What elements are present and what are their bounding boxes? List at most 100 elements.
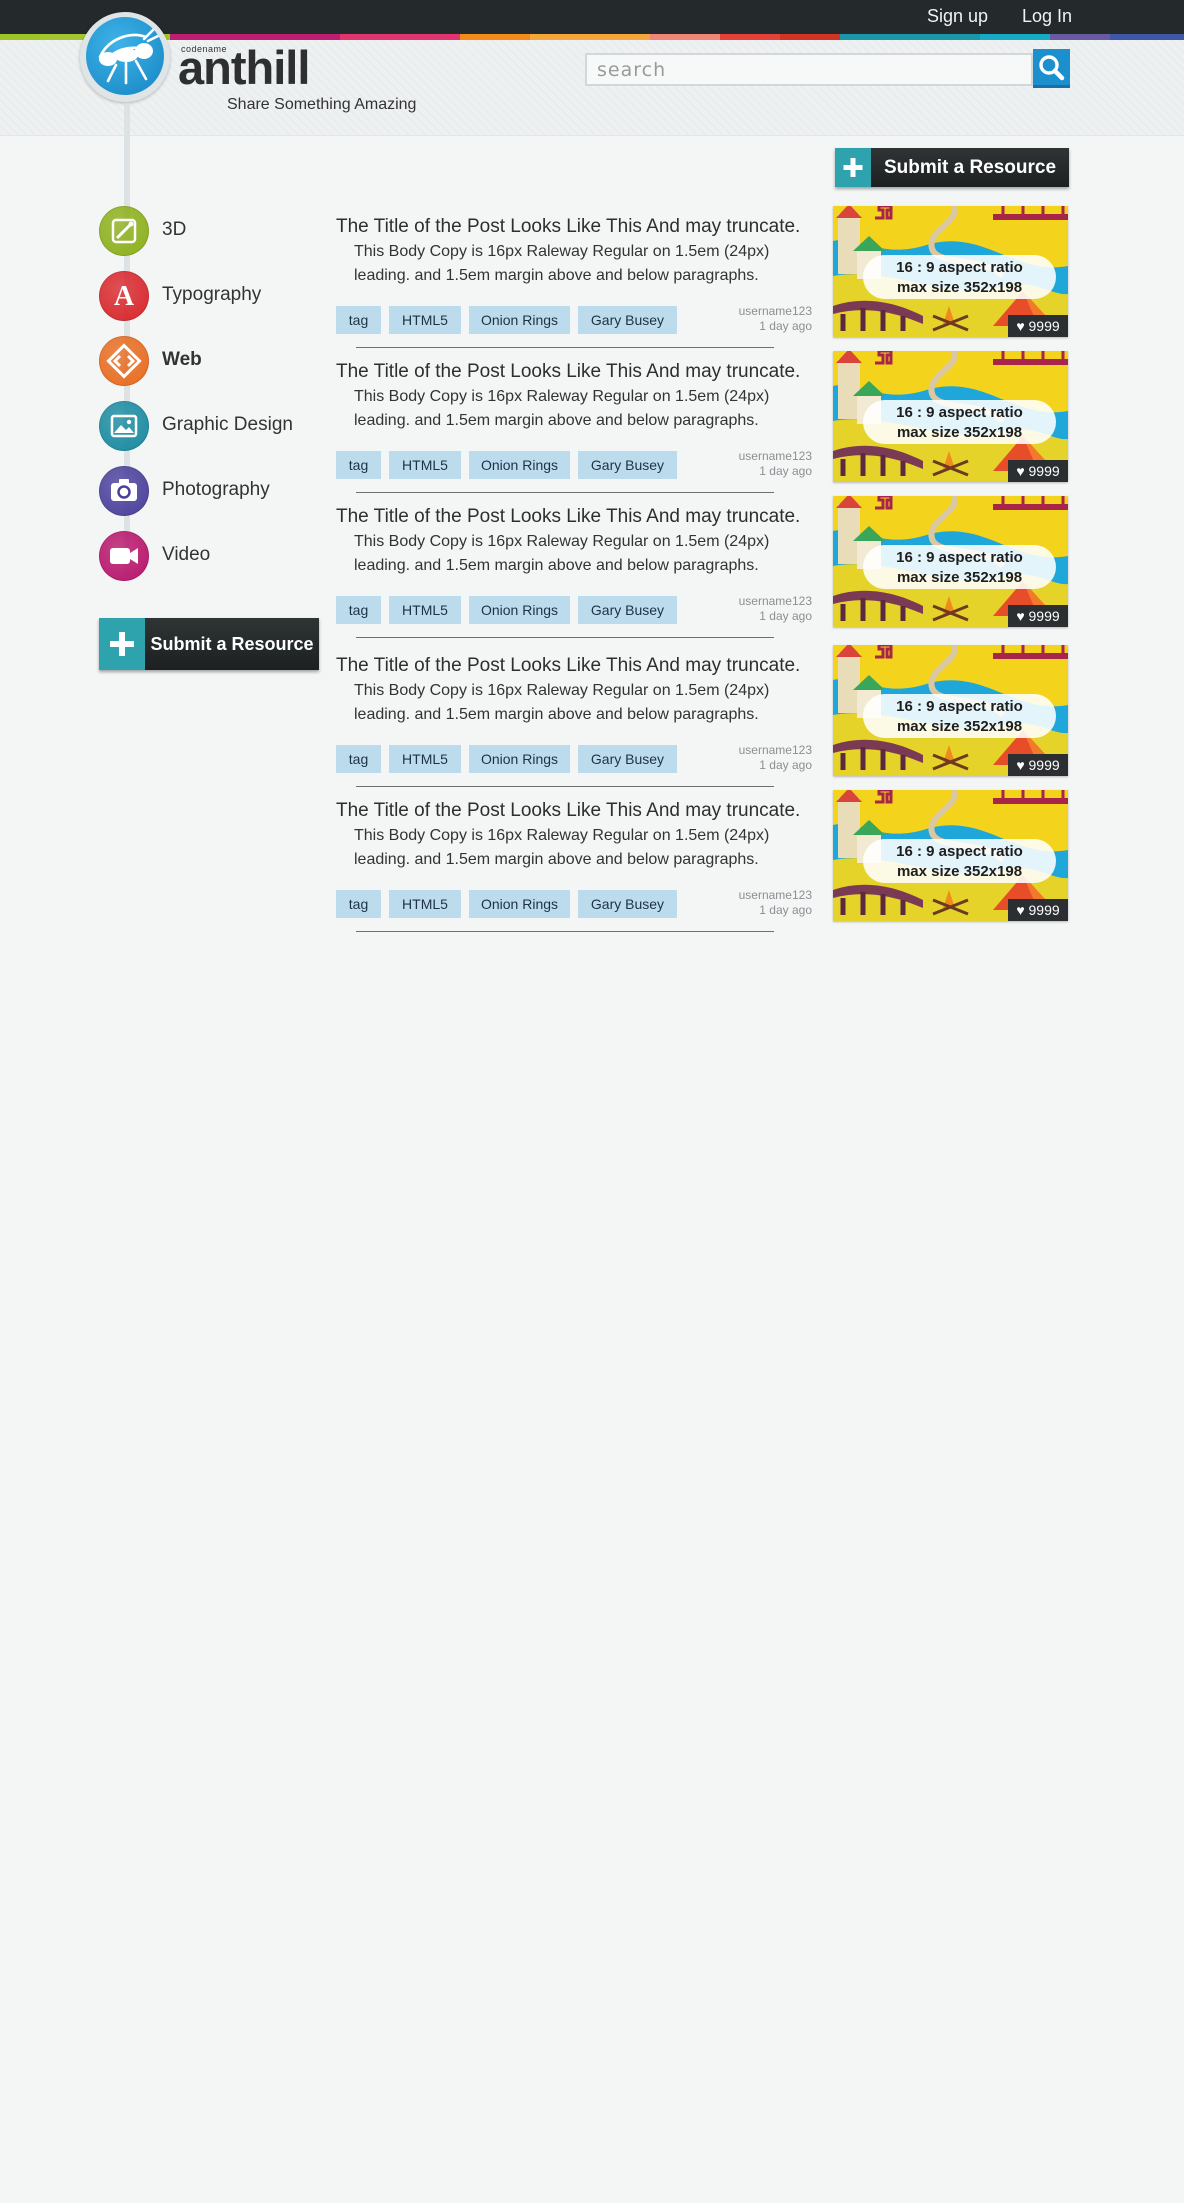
svg-text:A: A [114, 281, 135, 312]
camera-icon [99, 466, 149, 516]
post-divider [356, 492, 774, 493]
like-button[interactable]: ♥ 9999 [1008, 605, 1068, 627]
plus-icon [99, 618, 145, 670]
tag-chip[interactable]: HTML5 [389, 451, 461, 479]
post-username[interactable]: username123 [700, 449, 812, 464]
tag-chip[interactable]: tag [336, 596, 381, 624]
like-count: 9999 [1028, 463, 1060, 479]
post-body-line: This Body Copy is 16px Raleway Regular o… [354, 243, 770, 260]
thumbnail-caption: 16 : 9 aspect ratio max size 352x198 [863, 545, 1056, 589]
post-title[interactable]: The Title of the Post Looks Like This An… [336, 216, 806, 238]
tag-chip[interactable]: Onion Rings [469, 451, 570, 479]
post-thumbnail[interactable]: 16 : 9 aspect ratio max size 352x198 ♥ 999… [833, 645, 1068, 776]
thumbnail-caption: 16 : 9 aspect ratio max size 352x198 [863, 839, 1056, 883]
category-label: 3D [162, 219, 187, 240]
post-body: This Body Copy is 16px Raleway Regular o… [354, 385, 794, 433]
submit-resource-button-top[interactable]: Submit a Resource [835, 148, 1069, 187]
wand-icon [99, 206, 149, 256]
thumbnail-caption-line: max size 352x198 [896, 279, 1023, 296]
thumbnail-caption-line: 16 : 9 aspect ratio [896, 698, 1023, 715]
post-body-line: leading. and 1.5em margin above and belo… [354, 851, 759, 868]
post-timestamp: 1 day ago [759, 903, 812, 917]
logo[interactable] [86, 17, 164, 95]
post-meta: username123 1 day ago [700, 888, 812, 918]
submit-resource-label: Submit a Resource [871, 148, 1069, 187]
post-title[interactable]: The Title of the Post Looks Like This An… [336, 655, 806, 677]
post-meta: username123 1 day ago [700, 594, 812, 624]
post-username[interactable]: username123 [700, 594, 812, 609]
code-icon [99, 336, 149, 386]
tag-chip[interactable]: Onion Rings [469, 745, 570, 773]
tag-chip[interactable]: tag [336, 306, 381, 334]
tag-chip[interactable]: HTML5 [389, 890, 461, 918]
search-input[interactable] [585, 53, 1033, 86]
post-body: This Body Copy is 16px Raleway Regular o… [354, 240, 794, 288]
category-label: Photography [162, 479, 270, 500]
category-label: Graphic Design [162, 414, 293, 435]
image-icon [99, 401, 149, 451]
post-divider [356, 931, 774, 932]
thumbnail-caption-line: max size 352x198 [896, 569, 1023, 586]
post-title[interactable]: The Title of the Post Looks Like This An… [336, 800, 806, 822]
like-button[interactable]: ♥ 9999 [1008, 899, 1068, 921]
like-button[interactable]: ♥ 9999 [1008, 754, 1068, 776]
post-divider [356, 786, 774, 787]
tag-chip[interactable]: Gary Busey [578, 306, 677, 334]
tag-chip[interactable]: tag [336, 745, 381, 773]
tag-chip[interactable]: HTML5 [389, 745, 461, 773]
like-count: 9999 [1028, 902, 1060, 918]
heart-icon: ♥ [1016, 757, 1025, 773]
like-button[interactable]: ♥ 9999 [1008, 460, 1068, 482]
post-timestamp: 1 day ago [759, 319, 812, 333]
like-count: 9999 [1028, 318, 1060, 334]
tag-chip[interactable]: HTML5 [389, 306, 461, 334]
thumbnail-caption-line: 16 : 9 aspect ratio [896, 259, 1023, 276]
post-body-line: This Body Copy is 16px Raleway Regular o… [354, 388, 770, 405]
post-thumbnail[interactable]: 16 : 9 aspect ratio max size 352x198 ♥ 999… [833, 351, 1068, 482]
thumbnail-caption-line: max size 352x198 [896, 863, 1023, 880]
submit-resource-button-sidebar[interactable]: Submit a Resource [99, 618, 319, 670]
tag-chip[interactable]: Gary Busey [578, 596, 677, 624]
tag-chip[interactable]: HTML5 [389, 596, 461, 624]
video-camera-icon [99, 531, 149, 581]
tag-chip[interactable]: Gary Busey [578, 451, 677, 479]
tag-chip[interactable]: tag [336, 890, 381, 918]
post-body-line: This Body Copy is 16px Raleway Regular o… [354, 682, 770, 699]
tag-chip[interactable]: tag [336, 451, 381, 479]
category-label: Video [162, 544, 211, 565]
post-body-line: leading. and 1.5em margin above and belo… [354, 412, 759, 429]
post-title[interactable]: The Title of the Post Looks Like This An… [336, 361, 806, 383]
post-username[interactable]: username123 [700, 304, 812, 319]
tag-chip[interactable]: Onion Rings [469, 596, 570, 624]
post-username[interactable]: username123 [700, 743, 812, 758]
like-button[interactable]: ♥ 9999 [1008, 315, 1068, 337]
search-button[interactable] [1033, 49, 1070, 88]
post-meta: username123 1 day ago [700, 449, 812, 479]
post-thumbnail[interactable]: 16 : 9 aspect ratio max size 352x198 ♥ 999… [833, 790, 1068, 921]
post-body-line: leading. and 1.5em margin above and belo… [354, 706, 759, 723]
post-divider [356, 637, 774, 638]
post-title[interactable]: The Title of the Post Looks Like This An… [336, 506, 806, 528]
post-meta: username123 1 day ago [700, 743, 812, 773]
thumbnail-caption-line: 16 : 9 aspect ratio [896, 404, 1023, 421]
post-thumbnail[interactable]: 16 : 9 aspect ratio max size 352x198 ♥ 999… [833, 496, 1068, 627]
tag-chip[interactable]: Gary Busey [578, 890, 677, 918]
post-body-line: leading. and 1.5em margin above and belo… [354, 267, 759, 284]
post-body: This Body Copy is 16px Raleway Regular o… [354, 530, 794, 578]
post-body: This Body Copy is 16px Raleway Regular o… [354, 824, 794, 872]
tag-chip[interactable]: Gary Busey [578, 745, 677, 773]
search-icon [1039, 55, 1065, 81]
post-timestamp: 1 day ago [759, 609, 812, 623]
post-body: This Body Copy is 16px Raleway Regular o… [354, 679, 794, 727]
thumbnail-caption-line: 16 : 9 aspect ratio [896, 843, 1023, 860]
thumbnail-caption-line: max size 352x198 [896, 424, 1023, 441]
post-username[interactable]: username123 [700, 888, 812, 903]
post-timestamp: 1 day ago [759, 758, 812, 772]
tag-chip[interactable]: Onion Rings [469, 890, 570, 918]
heart-icon: ♥ [1016, 608, 1025, 624]
login-link[interactable]: Log In [1022, 6, 1072, 27]
post-thumbnail[interactable]: 16 : 9 aspect ratio max size 352x198 ♥ 999… [833, 206, 1068, 337]
tag-chip[interactable]: Onion Rings [469, 306, 570, 334]
like-count: 9999 [1028, 608, 1060, 624]
signup-link[interactable]: Sign up [927, 6, 988, 27]
